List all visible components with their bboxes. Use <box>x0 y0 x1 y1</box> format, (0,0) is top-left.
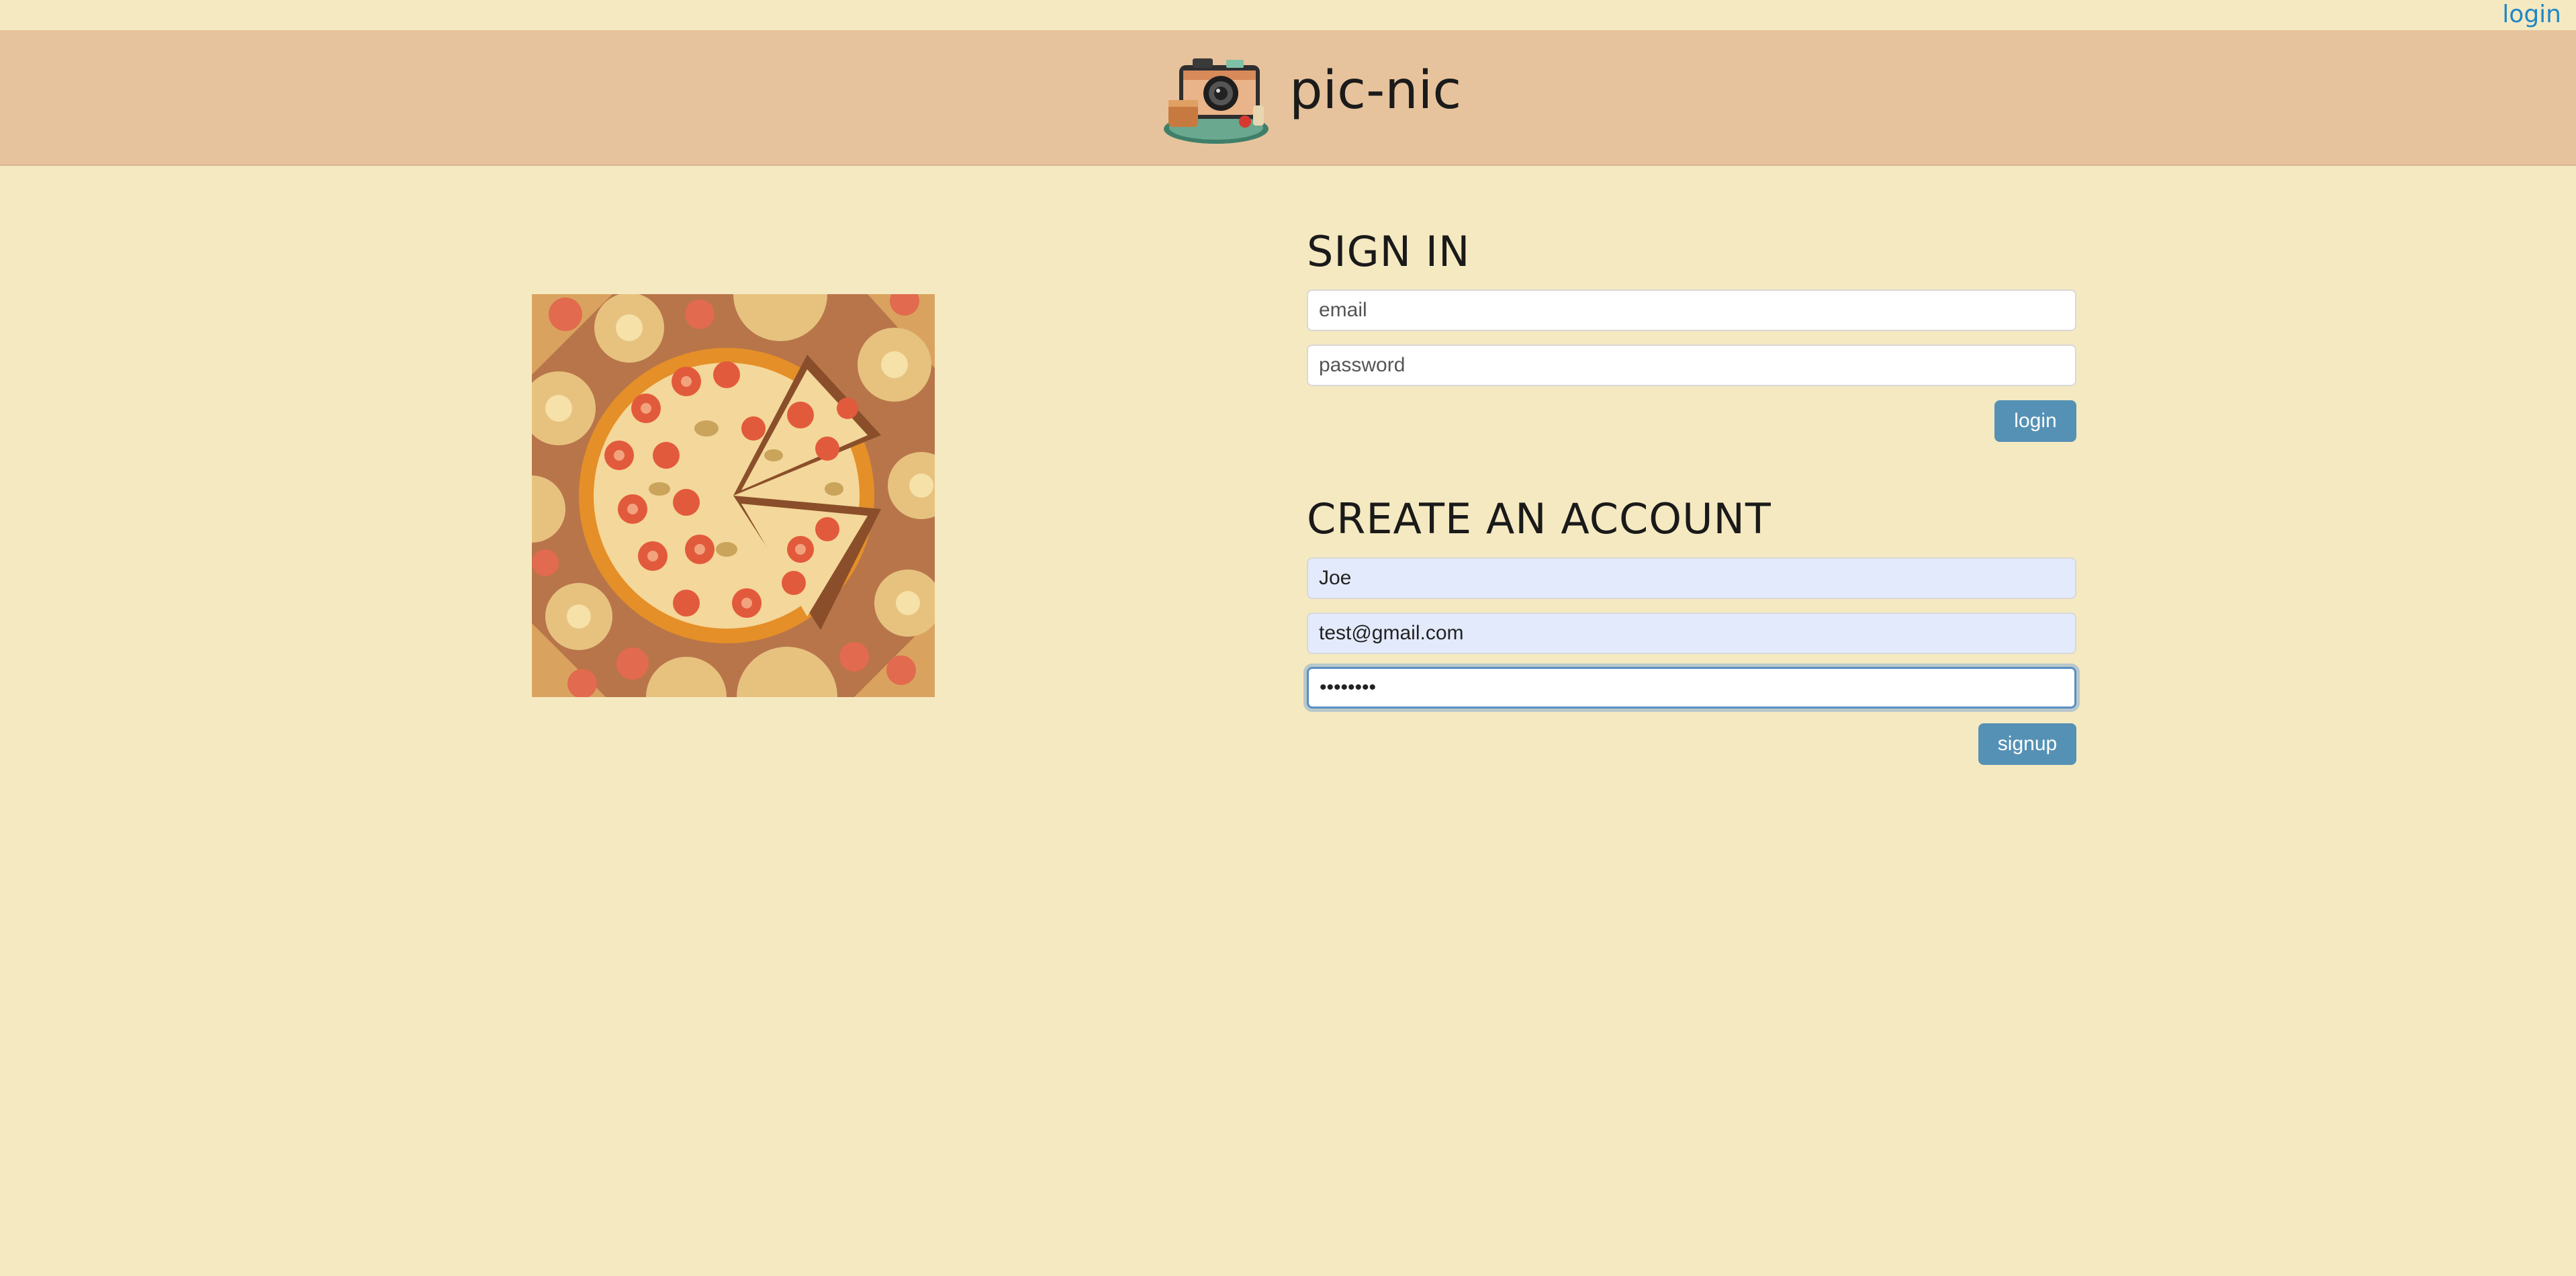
camera-picnic-basket-icon <box>1164 58 1269 144</box>
signup-password-input[interactable] <box>1307 667 2076 709</box>
signup-name-input[interactable] <box>1307 557 2076 599</box>
site-header: pic-nic <box>0 30 2576 166</box>
pizza-illustration <box>532 294 935 697</box>
signin-password-input[interactable] <box>1307 345 2076 386</box>
signup-button[interactable]: signup <box>1978 723 2076 765</box>
create-account-title: CREATE AN ACCOUNT <box>1307 494 1772 543</box>
signup-email-input[interactable] <box>1307 612 2076 654</box>
signin-email-input[interactable] <box>1307 289 2076 331</box>
brand-name: pic-nic <box>1289 60 1462 121</box>
top-login-link[interactable]: login <box>2502 0 2561 30</box>
login-button[interactable]: login <box>1994 400 2076 442</box>
signin-title: SIGN IN <box>1307 227 1471 276</box>
top-bar: login <box>0 0 2576 30</box>
